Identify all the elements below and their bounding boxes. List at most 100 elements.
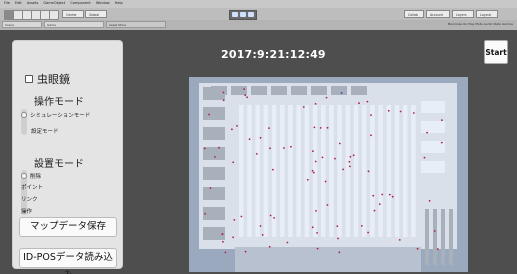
menu-gameobject[interactable]: GameObject bbox=[43, 1, 65, 5]
wall-shelf bbox=[203, 227, 225, 240]
customer-agent bbox=[311, 226, 314, 229]
customer-agent bbox=[290, 145, 292, 148]
customer-agent bbox=[233, 219, 236, 221]
op-mode-simulation[interactable]: シミュレーションモード bbox=[21, 109, 90, 120]
play-controls bbox=[229, 10, 257, 20]
setup-mode-operate[interactable]: 操作 bbox=[21, 207, 32, 215]
customer-agent bbox=[372, 194, 375, 197]
top-shelf bbox=[291, 86, 307, 95]
transform-tool-icon[interactable] bbox=[49, 10, 59, 20]
customer-agent bbox=[326, 126, 329, 129]
customer-agent bbox=[261, 234, 264, 236]
view-tabs: Scene Game Asset Store Maximize On Play … bbox=[0, 20, 517, 30]
customer-agent bbox=[315, 210, 317, 212]
wall-shelf bbox=[203, 207, 225, 220]
customer-agent bbox=[240, 215, 243, 218]
menu-edit[interactable]: Edit bbox=[15, 1, 22, 5]
register-lane bbox=[425, 209, 429, 265]
customer-agent bbox=[312, 171, 315, 174]
tab-scene[interactable]: Scene bbox=[2, 21, 42, 28]
floor-plan bbox=[189, 77, 468, 272]
gondola-shelf bbox=[288, 105, 293, 237]
customer-agent bbox=[338, 251, 341, 254]
gondola-shelf bbox=[378, 105, 383, 237]
setup-mode-link[interactable]: リンク bbox=[21, 195, 38, 203]
simulation-clock: 2017:9:21:12:49 bbox=[221, 48, 326, 61]
start-button[interactable]: Start bbox=[484, 40, 508, 64]
tab-asset-store[interactable]: Asset Store bbox=[106, 21, 166, 28]
layers-dropdown[interactable]: Layers bbox=[452, 10, 474, 18]
collab-button[interactable]: Collab bbox=[404, 10, 424, 18]
fisheye-checkbox[interactable] bbox=[25, 75, 33, 83]
customer-agent bbox=[244, 94, 247, 97]
customer-agent bbox=[214, 156, 216, 158]
gondola-shelf bbox=[263, 105, 269, 237]
op-mode-setting[interactable]: 設定モード bbox=[31, 127, 59, 135]
fisheye-toggle[interactable]: 虫眼鏡 bbox=[25, 71, 70, 87]
register-lane bbox=[441, 209, 445, 265]
gondola-shelf bbox=[403, 105, 408, 237]
customer-agent bbox=[388, 193, 391, 196]
account-button[interactable]: Account bbox=[426, 10, 450, 18]
menu-component[interactable]: Component bbox=[70, 1, 90, 5]
game-view-options[interactable]: Maximize On Play Mute Audio Stats Gizmos bbox=[448, 21, 513, 28]
editor-toolbar: Center Global Collab Account Layers Layo… bbox=[0, 8, 517, 20]
customer-agent bbox=[391, 195, 394, 198]
customer-agent bbox=[259, 225, 262, 227]
customer-agent bbox=[319, 127, 322, 129]
checkout-area bbox=[235, 247, 421, 272]
customer-agent bbox=[208, 113, 210, 116]
step-icon[interactable] bbox=[248, 12, 254, 17]
layout-dropdown[interactable]: Layout bbox=[476, 10, 498, 18]
customer-agent bbox=[224, 251, 227, 254]
gondola-shelf bbox=[255, 105, 260, 237]
radio-button[interactable] bbox=[21, 111, 27, 118]
setup-mode-delete[interactable]: 削除 bbox=[21, 170, 41, 181]
top-shelf bbox=[311, 86, 327, 95]
customer-agent bbox=[436, 248, 439, 250]
pause-icon[interactable] bbox=[240, 12, 246, 17]
customer-agent bbox=[352, 154, 355, 157]
customer-agent bbox=[286, 241, 289, 244]
op-mode-title: 操作モード bbox=[34, 97, 84, 108]
menu-window[interactable]: Window bbox=[96, 1, 110, 5]
op-mode-simulation-label: シミュレーションモード bbox=[30, 112, 91, 119]
radio-button[interactable] bbox=[21, 172, 27, 179]
menu-assets[interactable]: Assets bbox=[27, 1, 38, 5]
pivot-center-toggle[interactable]: Center bbox=[62, 10, 84, 18]
register-lane bbox=[433, 209, 437, 265]
store-floor-map[interactable] bbox=[189, 77, 468, 272]
customer-agent bbox=[255, 153, 258, 155]
menu-file[interactable]: File bbox=[4, 1, 10, 5]
customer-agent bbox=[398, 239, 401, 241]
customer-agent bbox=[312, 150, 314, 153]
customer-agent bbox=[440, 141, 443, 144]
setup-mode-point[interactable]: ポイント bbox=[21, 183, 43, 191]
menu-bar: File Edit Assets GameObject Component Wi… bbox=[4, 1, 127, 5]
customer-agent bbox=[387, 109, 390, 112]
space-global-toggle[interactable]: Global bbox=[85, 10, 107, 18]
customer-agent bbox=[399, 110, 402, 113]
gondola-shelf bbox=[329, 105, 334, 237]
tab-game[interactable]: Game bbox=[44, 21, 104, 28]
save-map-button[interactable]: マップデータ保存 bbox=[19, 217, 117, 237]
customer-agent bbox=[222, 91, 225, 94]
customer-agent bbox=[360, 225, 363, 227]
top-shelf bbox=[231, 86, 247, 95]
gondola-shelf bbox=[411, 105, 416, 237]
op-mode-radio-group: シミュレーションモード bbox=[21, 109, 90, 120]
play-icon[interactable] bbox=[232, 12, 238, 17]
customer-agent bbox=[367, 231, 369, 234]
customer-agent bbox=[370, 134, 372, 137]
customer-agent bbox=[222, 240, 224, 243]
customer-agent bbox=[232, 161, 235, 164]
customer-agent bbox=[349, 155, 352, 158]
load-idpos-button[interactable]: ID-POSデータ読み込み bbox=[19, 248, 117, 274]
customer-agent bbox=[373, 209, 376, 212]
menu-help[interactable]: Help bbox=[115, 1, 123, 5]
customer-agent bbox=[314, 160, 317, 163]
customer-agent bbox=[348, 160, 351, 163]
customer-agent bbox=[381, 193, 384, 196]
customer-agent bbox=[342, 168, 344, 171]
gondola-shelf bbox=[337, 105, 342, 237]
